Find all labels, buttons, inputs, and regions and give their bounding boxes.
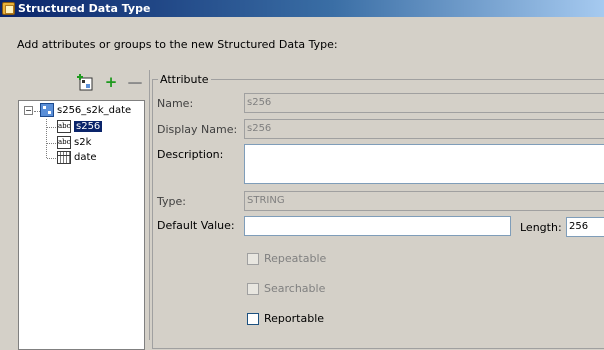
remove-button[interactable]: — bbox=[127, 73, 143, 91]
splitter[interactable] bbox=[149, 70, 150, 340]
reportable-checkbox[interactable]: Reportable bbox=[247, 312, 324, 325]
structured-type-icon bbox=[40, 103, 54, 117]
reportable-label: Reportable bbox=[264, 312, 325, 325]
minus-icon: — bbox=[127, 73, 143, 91]
date-grid-icon bbox=[57, 151, 71, 164]
add-group-icon bbox=[77, 74, 93, 91]
tree-connector bbox=[47, 143, 56, 144]
text-attribute-icon: abc bbox=[57, 120, 71, 133]
tree-root-label: s256_s2k_date bbox=[57, 104, 132, 116]
tree-item-label: date bbox=[74, 152, 97, 163]
repeatable-checkbox[interactable]: Repeatable bbox=[247, 252, 326, 265]
length-label: Length: bbox=[520, 221, 562, 234]
display-name-label: Display Name: bbox=[157, 123, 238, 136]
type-field[interactable]: STRING bbox=[244, 191, 604, 211]
searchable-label: Searchable bbox=[264, 282, 326, 295]
tree-connector bbox=[47, 127, 56, 128]
window-titlebar[interactable]: Structured Data Type bbox=[0, 0, 604, 17]
window-title: Structured Data Type bbox=[18, 2, 151, 15]
structure-tree[interactable]: − s256_s2k_date abc s256 abc s2k date bbox=[18, 100, 145, 350]
tree-item-label: s256 bbox=[74, 121, 103, 132]
tree-item-s256[interactable]: abc s256 bbox=[57, 120, 103, 133]
description-label: Description: bbox=[157, 148, 224, 161]
tree-collapse-toggle[interactable]: − bbox=[24, 106, 33, 115]
plus-icon: + bbox=[104, 73, 118, 91]
type-label: Type: bbox=[157, 195, 186, 208]
display-name-field[interactable]: s256 bbox=[244, 119, 604, 139]
repeatable-label: Repeatable bbox=[264, 252, 327, 265]
tree-item-date[interactable]: date bbox=[57, 151, 97, 164]
text-attribute-icon: abc bbox=[57, 136, 71, 149]
searchable-checkbox[interactable]: Searchable bbox=[247, 282, 325, 295]
description-field[interactable] bbox=[244, 144, 604, 184]
instructions-text: Add attributes or groups to the new Stru… bbox=[17, 38, 338, 51]
name-field[interactable]: s256 bbox=[244, 93, 604, 113]
default-value-label: Default Value: bbox=[157, 219, 235, 232]
default-value-field[interactable] bbox=[244, 216, 511, 236]
tree-item-label: s2k bbox=[74, 137, 92, 148]
add-group-button[interactable] bbox=[76, 73, 94, 91]
checkbox-box bbox=[247, 312, 259, 325]
checkbox-box bbox=[247, 252, 259, 265]
add-attribute-button[interactable]: + bbox=[104, 73, 118, 91]
length-field[interactable]: 256 bbox=[566, 217, 604, 237]
name-label: Name: bbox=[157, 97, 194, 110]
window-app-icon bbox=[2, 2, 15, 15]
attribute-group-legend: Attribute bbox=[158, 73, 211, 86]
tree-connector bbox=[46, 119, 47, 158]
tree-item-s2k[interactable]: abc s2k bbox=[57, 136, 91, 149]
tree-root-item[interactable]: s256_s2k_date bbox=[40, 103, 131, 117]
checkbox-box bbox=[247, 282, 259, 295]
tree-connector bbox=[47, 158, 56, 159]
